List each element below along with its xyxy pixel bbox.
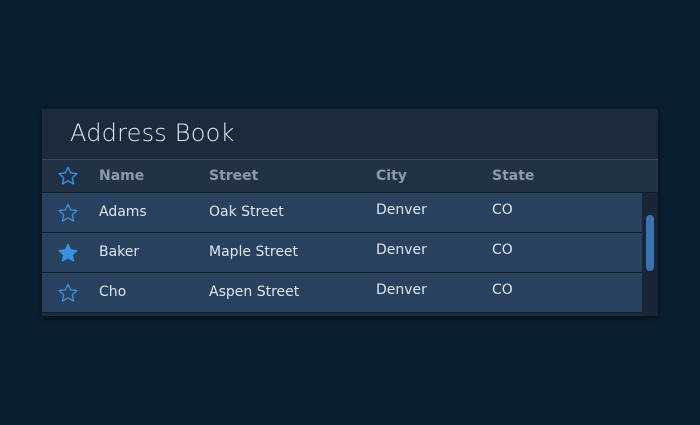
table-row[interactable]: Adams Oak Street Denver CO (42, 193, 642, 233)
column-header-name[interactable]: Name (99, 168, 144, 184)
cell-name: Adams (99, 204, 147, 220)
star-outline-icon[interactable] (57, 202, 79, 224)
cell-name: Cho (99, 284, 127, 300)
cell-city: Denver (376, 282, 427, 298)
star-outline-icon[interactable] (57, 282, 79, 304)
cell-street: Aspen Street (209, 284, 300, 300)
cell-name: Baker (99, 244, 140, 260)
table-row[interactable]: Baker Maple Street Denver CO (42, 233, 642, 273)
column-header-street[interactable]: Street (209, 168, 258, 184)
cell-city: Denver (376, 242, 427, 258)
address-book-panel: Address Book Name Street City State Adam… (42, 109, 658, 316)
cell-state: CO (492, 242, 513, 258)
star-outline-icon[interactable] (57, 165, 79, 187)
table-row[interactable]: Cho Aspen Street Denver CO (42, 273, 642, 313)
cell-state: CO (492, 202, 513, 218)
cell-city: Denver (376, 202, 427, 218)
panel-title: Address Book (70, 119, 235, 147)
column-header-state[interactable]: State (492, 168, 534, 184)
cell-state: CO (492, 282, 513, 298)
cell-street: Oak Street (209, 204, 284, 220)
column-header-city[interactable]: City (376, 168, 407, 184)
scrollbar-track[interactable] (642, 193, 658, 316)
cell-street: Maple Street (209, 244, 299, 260)
table-body: Adams Oak Street Denver CO Baker Maple S… (42, 193, 658, 316)
star-filled-icon[interactable] (57, 242, 79, 264)
table-header: Name Street City State (42, 159, 658, 193)
scrollbar-thumb[interactable] (646, 215, 654, 271)
